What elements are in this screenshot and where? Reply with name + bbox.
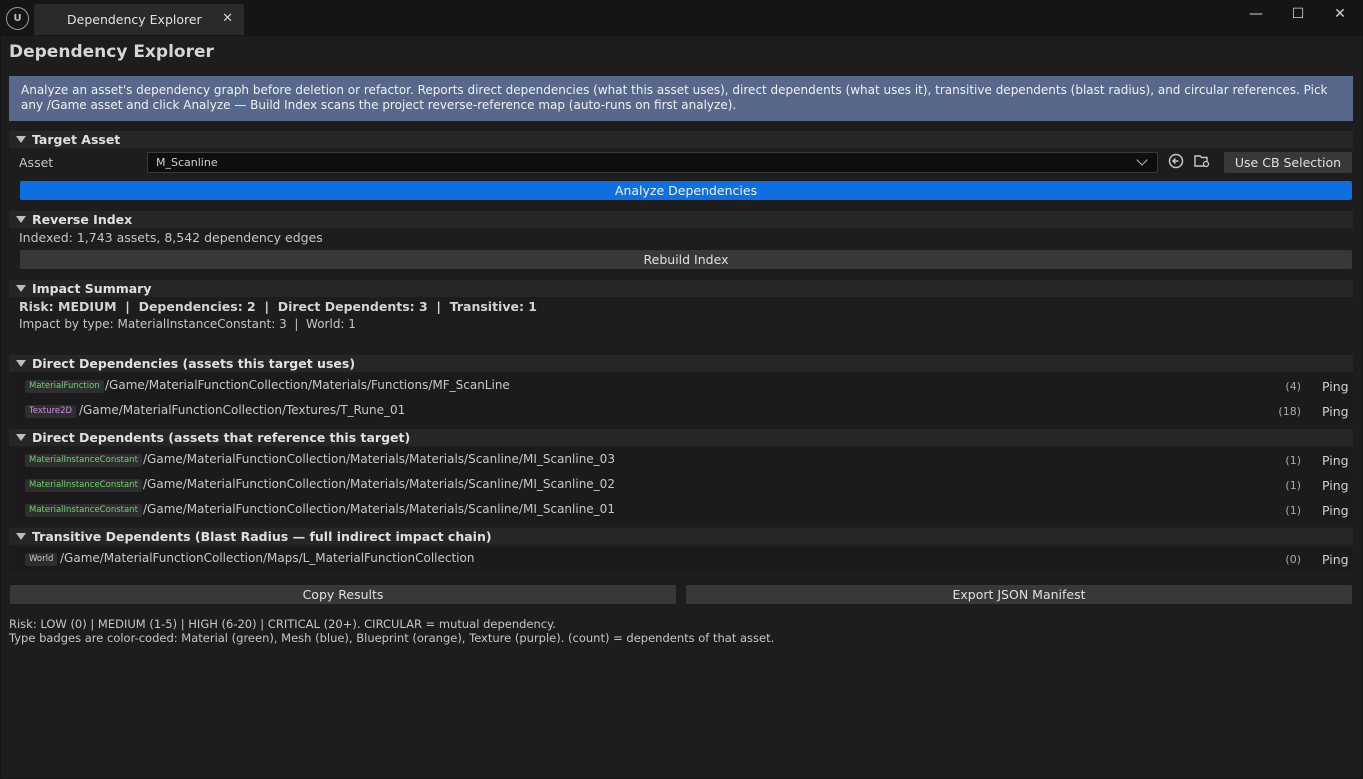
use-cb-selection-button[interactable]: Use CB Selection — [1224, 152, 1352, 173]
folder-search-icon[interactable] — [1193, 153, 1211, 171]
dependent-count: (1) — [1285, 454, 1301, 467]
tab-dependency-explorer[interactable]: Dependency Explorer ✕ — [34, 4, 244, 35]
info-box: Analyze an asset's dependency graph befo… — [9, 76, 1353, 121]
asset-combobox-value: M_Scanline — [156, 156, 218, 169]
asset-path: /Game/MaterialFunctionCollection/Texture… — [79, 403, 406, 417]
list-item: World /Game/MaterialFunctionCollection/M… — [9, 547, 1353, 572]
collapse-triangle-icon — [16, 285, 26, 292]
dependent-count: (1) — [1285, 479, 1301, 492]
section-impact-summary[interactable]: Impact Summary — [9, 280, 1353, 297]
section-title: Reverse Index — [32, 212, 133, 227]
type-badge: Texture2D — [25, 405, 77, 418]
collapse-triangle-icon — [16, 136, 26, 143]
asset-path: /Game/MaterialFunctionCollection/Materia… — [143, 477, 615, 491]
section-title: Impact Summary — [32, 281, 152, 296]
collapse-triangle-icon — [16, 216, 26, 223]
maximize-button[interactable]: ☐ — [1284, 5, 1312, 23]
title-bar: U Dependency Explorer ✕ — ☐ ✕ — [0, 0, 1363, 36]
chevron-down-icon — [1136, 154, 1148, 166]
ping-button[interactable]: Ping — [1322, 478, 1349, 493]
dependent-count: (1) — [1285, 504, 1301, 517]
list-item: MaterialInstanceConstant /Game/MaterialF… — [9, 448, 1353, 473]
list-item: Texture2D /Game/MaterialFunctionCollecti… — [9, 399, 1353, 424]
badge-legend: Type badges are color-coded: Material (g… — [9, 631, 775, 645]
arrow-left-circle-icon[interactable] — [1167, 153, 1185, 171]
close-window-button[interactable]: ✕ — [1326, 5, 1354, 23]
section-title: Transitive Dependents (Blast Radius — fu… — [32, 529, 492, 544]
dependent-count: (0) — [1285, 553, 1301, 566]
type-badge: MaterialFunction — [25, 380, 104, 393]
impact-summary-text: Risk: MEDIUM | Dependencies: 2 | Direct … — [19, 299, 538, 314]
type-badge: MaterialInstanceConstant — [25, 454, 142, 467]
collapse-triangle-icon — [16, 434, 26, 441]
section-target-asset[interactable]: Target Asset — [9, 131, 1353, 148]
tab-label: Dependency Explorer — [67, 12, 202, 27]
footer-legend: Risk: LOW (0) | MEDIUM (1-5) | HIGH (6-2… — [9, 617, 774, 645]
analyze-dependencies-button[interactable]: Analyze Dependencies — [20, 181, 1352, 200]
section-title: Direct Dependents (assets that reference… — [32, 430, 411, 445]
section-transitive-dependents[interactable]: Transitive Dependents (Blast Radius — fu… — [9, 528, 1353, 545]
list-item: MaterialFunction /Game/MaterialFunctionC… — [9, 374, 1353, 399]
asset-path: /Game/MaterialFunctionCollection/Materia… — [105, 378, 510, 392]
section-title: Direct Dependencies (assets this target … — [32, 356, 356, 371]
ping-button[interactable]: Ping — [1322, 552, 1349, 567]
impact-by-type-text: Impact by type: MaterialInstanceConstant… — [19, 317, 356, 331]
ping-button[interactable]: Ping — [1322, 404, 1349, 419]
risk-legend: Risk: LOW (0) | MEDIUM (1-5) | HIGH (6-2… — [9, 617, 556, 631]
list-item: MaterialInstanceConstant /Game/MaterialF… — [9, 473, 1353, 498]
minimize-button[interactable]: — — [1242, 5, 1270, 23]
copy-results-button[interactable]: Copy Results — [10, 585, 676, 604]
export-json-manifest-button[interactable]: Export JSON Manifest — [686, 585, 1352, 604]
section-direct-dependencies[interactable]: Direct Dependencies (assets this target … — [9, 355, 1353, 372]
type-badge: World — [25, 553, 58, 566]
tab-close-icon[interactable]: ✕ — [222, 11, 233, 26]
rebuild-index-button[interactable]: Rebuild Index — [20, 250, 1352, 269]
ping-button[interactable]: Ping — [1322, 453, 1349, 468]
collapse-triangle-icon — [16, 533, 26, 540]
type-badge: MaterialInstanceConstant — [25, 479, 142, 492]
asset-label: Asset — [19, 155, 54, 170]
dependent-count: (18) — [1278, 405, 1301, 418]
section-title: Target Asset — [32, 132, 121, 147]
asset-path: /Game/MaterialFunctionCollection/Materia… — [143, 502, 615, 516]
type-badge: MaterialInstanceConstant — [25, 504, 142, 517]
unreal-logo-icon: U — [6, 7, 29, 30]
list-item: MaterialInstanceConstant /Game/MaterialF… — [9, 498, 1353, 523]
collapse-triangle-icon — [16, 360, 26, 367]
page-title: Dependency Explorer — [9, 42, 214, 62]
asset-path: /Game/MaterialFunctionCollection/Materia… — [143, 452, 615, 466]
ping-button[interactable]: Ping — [1322, 379, 1349, 394]
asset-combobox[interactable]: M_Scanline — [147, 152, 1158, 173]
section-direct-dependents[interactable]: Direct Dependents (assets that reference… — [9, 429, 1353, 446]
index-status: Indexed: 1,743 assets, 8,542 dependency … — [19, 230, 323, 245]
dependent-count: (4) — [1285, 380, 1301, 393]
asset-path: /Game/MaterialFunctionCollection/Maps/L_… — [60, 551, 475, 565]
section-reverse-index[interactable]: Reverse Index — [9, 211, 1353, 228]
ping-button[interactable]: Ping — [1322, 503, 1349, 518]
